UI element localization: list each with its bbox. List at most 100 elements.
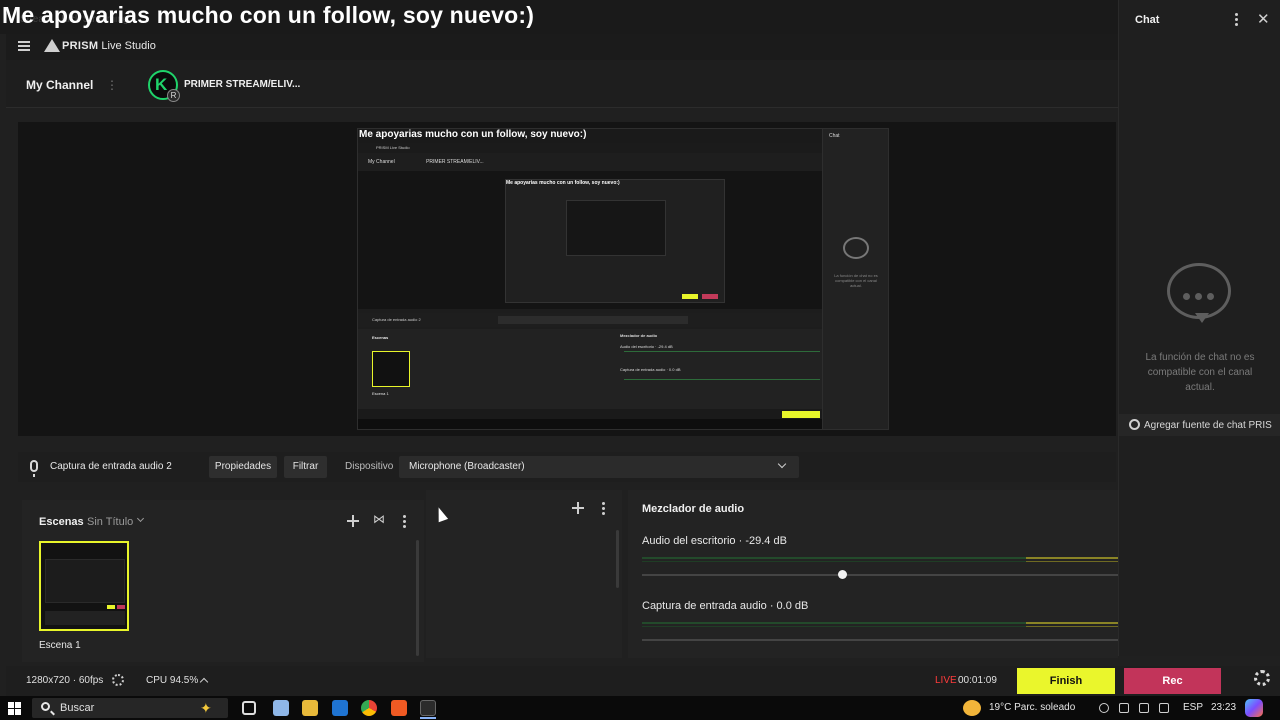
avatar-badge: R — [167, 89, 180, 102]
audio-mixer-panel: Mezclador de audio Audio del escritorio … — [628, 490, 1118, 658]
overlay-caption-bar: Stream - Kick Streaming Me apoyarias muc… — [0, 0, 1118, 34]
weather-icon[interactable] — [963, 700, 981, 716]
audio-meter — [642, 557, 1118, 559]
preview-mix1: Audio del escritorio · -29.4 dB — [620, 344, 673, 349]
taskbar-search[interactable]: Buscar ✦ — [32, 698, 228, 718]
app-brand: PRISM — [62, 40, 99, 52]
my-channel-label[interactable]: My Channel — [26, 78, 93, 92]
scenes-scrollbar[interactable] — [416, 540, 419, 656]
rec-button[interactable]: Rec — [1124, 668, 1221, 694]
preview-area[interactable]: Me apoyarias mucho con un follow, soy nu… — [18, 122, 1116, 436]
chat-panel: Chat ✕ La función de chat no es compatib… — [1118, 0, 1280, 656]
device-select-value: Microphone (Broadcaster) — [409, 461, 525, 472]
weather-text[interactable]: 19°C Parc. soleado — [989, 702, 1075, 713]
chevron-up-icon[interactable] — [199, 677, 209, 687]
add-source-icon[interactable] — [572, 502, 584, 514]
device-label: Dispositivo — [345, 461, 394, 472]
camera-icon[interactable] — [1139, 703, 1149, 713]
finish-button[interactable]: Finish — [1017, 668, 1115, 694]
volume-slider-track[interactable] — [642, 574, 1118, 576]
settings-gear-icon[interactable] — [1254, 670, 1270, 686]
scene-thumbnail[interactable] — [39, 541, 129, 631]
language-indicator[interactable]: ESP — [1183, 702, 1203, 713]
preview-caption: Me apoyarias mucho con un follow, soy nu… — [358, 129, 823, 143]
preview-nested-sub — [566, 200, 666, 256]
chat-more-icon[interactable] — [1235, 13, 1238, 26]
task-view-icon[interactable] — [242, 701, 256, 715]
preview-nested-caption: Me apoyarias mucho con un follow, soy nu… — [506, 180, 620, 186]
menu-icon[interactable] — [18, 41, 30, 51]
audio-meter — [642, 626, 1118, 627]
close-icon[interactable]: ✕ — [1257, 10, 1270, 28]
mixer-channel-label: Audio del escritorio · -29.4 dB — [642, 535, 787, 547]
clock[interactable]: 23:23 — [1211, 702, 1236, 713]
sources-scrollbar[interactable] — [616, 530, 619, 588]
mixer-channel-label: Captura de entrada audio · 0.0 dB — [642, 600, 809, 612]
preview-scenes-title: Escenas — [372, 335, 389, 340]
preview-scene-label: Escena 1 — [372, 391, 389, 396]
brave-icon[interactable] — [391, 700, 407, 716]
preview-chat-msg: La función de chat no es compatible con … — [834, 273, 878, 288]
preview-status — [358, 409, 888, 419]
scene-thumb-bottom — [45, 611, 125, 625]
chrome-icon[interactable] — [361, 700, 377, 716]
properties-button[interactable]: Propiedades — [209, 456, 277, 478]
folder-icon[interactable] — [302, 700, 318, 716]
preview-source-name: Captura de entrada audio 2 — [372, 317, 421, 322]
tray-up-icon[interactable] — [1099, 703, 1109, 713]
preview-app-header: PRISM Live Studio — [358, 143, 823, 153]
mixer-title: Mezclador de audio — [642, 503, 745, 515]
selected-source-name: Captura de entrada audio 2 — [50, 461, 172, 472]
channel-stream-title[interactable]: PRIMER STREAM/ELIV... — [184, 79, 300, 90]
files-icon[interactable] — [273, 700, 289, 716]
chat-unsupported-message: La función de chat no es compatible con … — [1145, 352, 1255, 393]
preview-my-channel: My Channel — [368, 159, 395, 165]
add-icon — [1129, 419, 1140, 430]
wifi-icon[interactable] — [1119, 703, 1129, 713]
filter-button[interactable]: Filtrar — [284, 456, 327, 478]
chevron-down-icon[interactable] — [136, 514, 145, 523]
channel-more-icon[interactable]: ⋮ — [106, 78, 118, 92]
preview-taskbar — [358, 419, 888, 429]
speaker-icon[interactable] — [1159, 703, 1169, 713]
add-scene-icon[interactable] — [347, 515, 359, 527]
overlay-caption: Me apoyarias mucho con un follow, soy nu… — [2, 2, 535, 28]
device-select[interactable]: Microphone (Broadcaster) — [399, 456, 799, 478]
live-badge: LIVE — [935, 675, 957, 686]
add-chat-source-label: Agregar fuente de chat PRIS — [1144, 420, 1272, 431]
avatar[interactable]: K R — [148, 70, 180, 102]
scene-label[interactable]: Escena 1 — [39, 640, 81, 651]
preview-mix2: Captura de entrada audio · 0.0 dB — [620, 367, 681, 372]
prism-logo-icon — [44, 39, 60, 52]
preview-finish — [782, 411, 820, 418]
preview-nested-rec — [702, 294, 718, 299]
sources-more-icon[interactable] — [602, 502, 605, 515]
avatar-letter: K — [155, 75, 168, 94]
preview-mixer: Mezclador de audio Audio del escritorio … — [620, 333, 820, 405]
preview-mixer-title: Mezclador de audio — [620, 333, 658, 338]
scene-collection-select[interactable]: Sin Título — [87, 516, 133, 528]
cpu-label[interactable]: CPU 94.5% — [146, 675, 198, 686]
scene-thumb-rec — [117, 605, 125, 609]
volume-slider-track[interactable] — [642, 639, 1118, 641]
volume-slider-handle[interactable] — [837, 570, 847, 579]
transition-icon[interactable]: ⋈ — [373, 512, 385, 526]
prism-icon[interactable] — [420, 700, 436, 716]
windows-start-icon[interactable] — [8, 702, 21, 715]
scenes-more-icon[interactable] — [403, 515, 406, 528]
gear-icon[interactable] — [112, 674, 124, 686]
preview-chat-title: Chat — [829, 133, 840, 139]
resolution-label: 1280x720 · 60fps — [26, 675, 104, 686]
copilot-icon[interactable] — [1245, 699, 1263, 717]
preview-scene-thumb — [372, 351, 410, 387]
live-timer: 00:01:09 — [958, 675, 997, 686]
sources-panel — [426, 490, 622, 658]
preview-meter-2 — [624, 379, 820, 380]
preview-device-select — [498, 316, 688, 324]
add-chat-source-button[interactable]: Agregar fuente de chat PRIS — [1119, 414, 1280, 436]
outlook-icon[interactable] — [332, 700, 348, 716]
preview-channel-name: PRIMER STREAM/ELIV... — [426, 159, 484, 165]
preview-nested-preview: Me apoyarias mucho con un follow, soy nu… — [358, 171, 823, 309]
scenes-title: Escenas — [39, 516, 84, 528]
app-window: Stream - Kick Streaming Me apoyarias muc… — [0, 0, 1280, 720]
